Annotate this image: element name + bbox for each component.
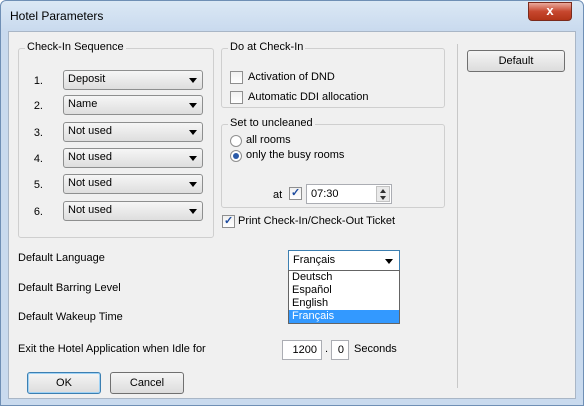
checkin-sequence-title: Check-In Sequence [25,41,126,53]
default-barring-label: Default Barring Level [18,282,121,294]
chevron-down-icon [189,156,197,161]
close-button[interactable]: x [528,2,572,21]
set-uncleaned-title: Set to uncleaned [228,117,315,129]
spin-down-icon [380,196,386,200]
seq-num-4: 4. [33,153,43,165]
chevron-down-icon [189,130,197,135]
do-at-checkin-title: Do at Check-In [228,41,306,53]
chevron-down-icon [189,209,197,214]
uncleaned-time-value: 07:30 [311,188,339,200]
print-ticket-label: Print Check-In/Check-Out Ticket [238,215,396,227]
print-ticket-checkbox[interactable] [222,214,235,228]
idle-fraction-input[interactable]: 0 [331,340,349,360]
chevron-down-icon [189,182,197,187]
language-option-espanol[interactable]: Español [289,284,399,297]
sequence-value-2: Name [68,98,98,110]
idle-unit-label: Seconds [354,343,397,355]
seq-num-6: 6. [33,206,43,218]
idle-seconds-input[interactable]: 1200 [282,340,322,360]
busy-rooms-radio[interactable] [230,150,242,162]
all-rooms-radio[interactable] [230,135,242,147]
spin-up-icon [380,189,386,193]
default-language-select[interactable]: Français [288,250,400,271]
default-language-label: Default Language [18,252,105,264]
sequence-select-6[interactable]: Not used [63,201,203,221]
default-button[interactable]: Default [467,50,565,72]
sequence-value-4: Not used [68,151,113,163]
idle-decimal-separator: . [325,343,329,355]
vertical-separator [457,44,458,388]
busy-rooms-label: only the busy rooms [246,149,345,161]
sequence-select-5[interactable]: Not used [63,174,203,194]
uncleaned-time-field[interactable]: 07:30 [306,184,392,204]
sequence-value-5: Not used [68,177,113,189]
activation-dnd-checkbox[interactable] [230,71,243,84]
seq-num-2: 2. [33,100,43,112]
title-bar: Hotel Parameters x [1,1,583,31]
language-option-english[interactable]: English [289,297,399,310]
hotel-parameters-window: Hotel Parameters x Check-In Sequence 1. … [0,0,584,406]
sequence-value-1: Deposit [68,73,106,85]
default-wakeup-label: Default Wakeup Time [18,311,123,323]
ok-button[interactable]: OK [27,372,101,394]
window-title: Hotel Parameters [10,9,104,23]
automatic-ddi-checkbox[interactable] [230,91,243,104]
at-label: at [273,189,283,201]
sequence-select-1[interactable]: Deposit [63,70,203,90]
activation-dnd-label: Activation of DND [248,71,335,83]
seq-num-1: 1. [33,75,43,87]
idle-exit-label: Exit the Hotel Application when Idle for [18,343,206,355]
dialog-client-area: Check-In Sequence 1. Deposit 2. Name 3. … [8,31,576,399]
language-dropdown-list: Deutsch Español English Français [288,270,400,324]
sequence-select-4[interactable]: Not used [63,148,203,168]
time-enable-checkbox[interactable] [289,186,302,200]
seq-num-3: 3. [33,127,43,139]
chevron-down-icon [385,259,393,264]
sequence-select-3[interactable]: Not used [63,122,203,142]
default-language-value: Français [293,254,336,266]
time-spinner[interactable] [376,186,390,202]
cancel-button[interactable]: Cancel [110,372,184,394]
chevron-down-icon [189,78,197,83]
language-option-deutsch[interactable]: Deutsch [289,271,399,284]
sequence-value-3: Not used [68,125,113,137]
sequence-value-6: Not used [68,204,113,216]
sequence-select-2[interactable]: Name [63,95,203,115]
automatic-ddi-label: Automatic DDI allocation [248,91,369,103]
all-rooms-label: all rooms [246,134,291,146]
language-option-francais[interactable]: Français [289,310,399,323]
seq-num-5: 5. [33,179,43,191]
chevron-down-icon [189,103,197,108]
